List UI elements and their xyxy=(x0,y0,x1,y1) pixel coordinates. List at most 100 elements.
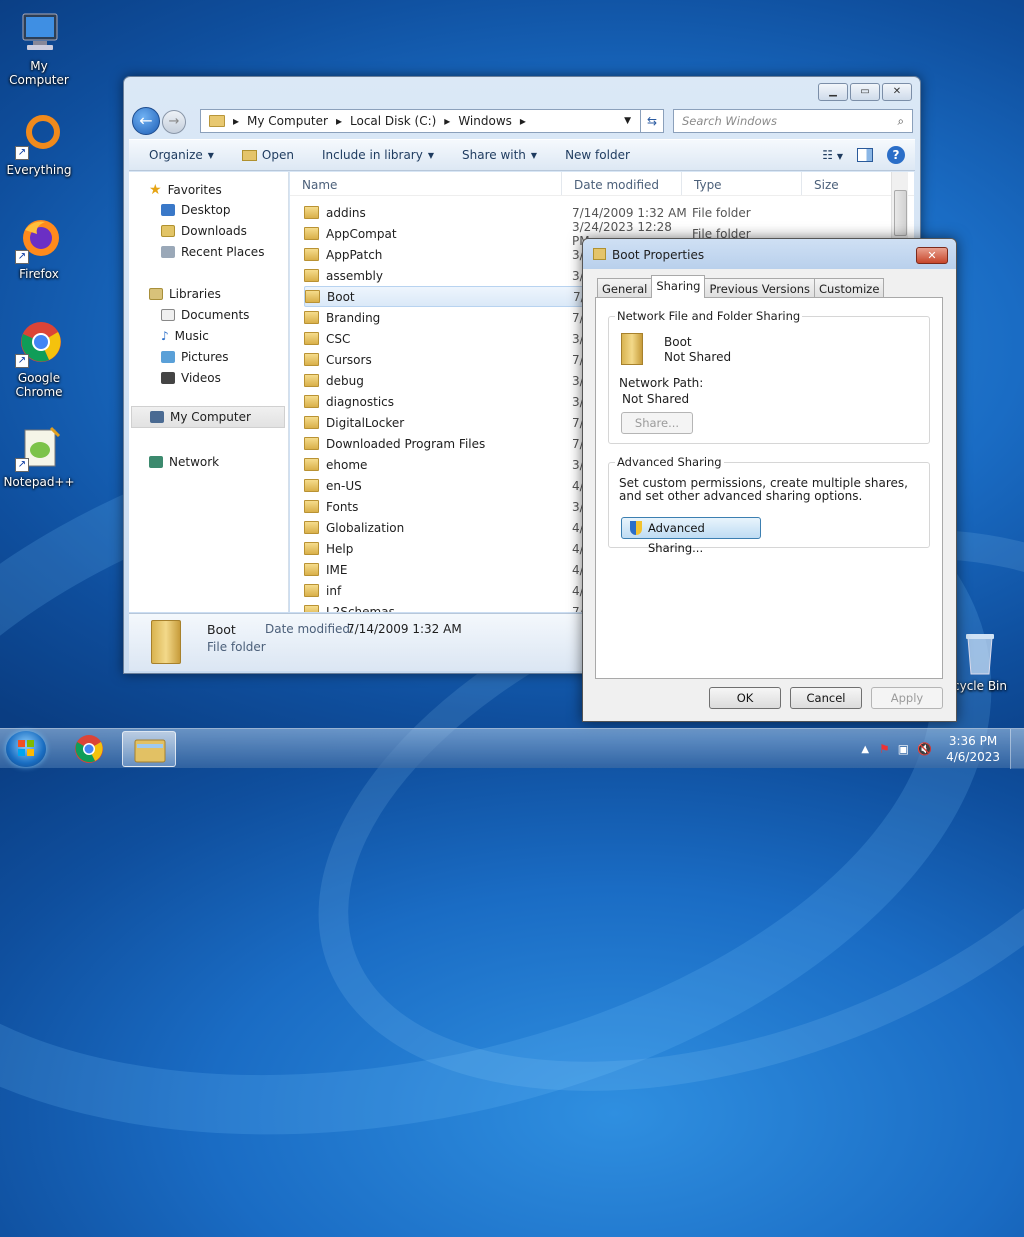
include-in-library-button[interactable]: Include in library ▼ xyxy=(322,148,434,162)
folder-icon xyxy=(304,563,319,576)
tab-general[interactable]: General xyxy=(597,278,653,298)
nav-recent-places[interactable]: Recent Places xyxy=(161,245,264,259)
close-button[interactable]: ✕ xyxy=(882,83,912,101)
tab-sharing[interactable]: Sharing xyxy=(651,275,706,298)
share-with-button[interactable]: Share with ▼ xyxy=(462,148,537,162)
minimize-button[interactable]: ▁ xyxy=(818,83,848,101)
group-label: Advanced Sharing xyxy=(615,455,724,469)
nav-desktop[interactable]: Desktop xyxy=(161,203,231,217)
nav-videos[interactable]: Videos xyxy=(161,371,221,385)
properties-dialog: Boot Properties ✕ General Sharing Previo… xyxy=(582,238,957,722)
folder-icon xyxy=(304,227,319,240)
show-desktop-button[interactable] xyxy=(1010,729,1024,769)
scrollbar-thumb[interactable] xyxy=(894,190,907,236)
desktop-icon-firefox[interactable]: ↗ Firefox xyxy=(0,216,78,281)
file-name: Branding xyxy=(326,310,381,325)
clock[interactable]: 3:36 PM 4/6/2023 xyxy=(946,733,1000,765)
file-name: addins xyxy=(326,205,366,220)
music-icon: ♪ xyxy=(161,329,169,343)
organize-button[interactable]: Organize ▼ xyxy=(149,148,214,162)
sharing-tab-panel: Network File and Folder Sharing Boot Not… xyxy=(595,297,943,679)
open-label: Open xyxy=(261,148,294,162)
folder-icon xyxy=(304,311,319,324)
system-tray: ▲ ⚑ ▣ 🔇 3:36 PM 4/6/2023 xyxy=(861,729,1024,769)
folder-icon xyxy=(305,290,320,303)
breadcrumb-item[interactable]: Windows xyxy=(458,114,512,128)
maximize-button[interactable]: ▭ xyxy=(850,83,880,101)
nav-my-computer[interactable]: My Computer xyxy=(131,406,285,428)
shortcut-arrow-icon: ↗ xyxy=(15,250,29,264)
navigation-bar: ← → ▸ My Computer ▸ Local Disk (C:) ▸ Wi… xyxy=(132,107,913,135)
ok-button[interactable]: OK xyxy=(709,687,781,709)
folder-icon xyxy=(304,521,319,534)
nav-downloads[interactable]: Downloads xyxy=(161,224,247,238)
column-type[interactable]: Type xyxy=(682,172,802,195)
search-input[interactable]: Search Windows ⌕ xyxy=(673,109,913,133)
column-name[interactable]: Name xyxy=(290,172,562,195)
advanced-sharing-label: Advanced Sharing... xyxy=(648,521,705,555)
window-controls: ▁ ▭ ✕ xyxy=(818,83,912,101)
action-center-icon[interactable]: ⚑ xyxy=(879,742,890,756)
nav-network[interactable]: Network xyxy=(149,455,219,469)
advanced-sharing-button[interactable]: Advanced Sharing... xyxy=(621,517,761,555)
show-hidden-icons-icon[interactable]: ▲ xyxy=(861,744,869,755)
dialog-close-button[interactable]: ✕ xyxy=(916,247,948,264)
open-button[interactable]: Open xyxy=(241,148,294,162)
dialog-tabs: General Sharing Previous Versions Custom… xyxy=(597,275,885,298)
file-name: en-US xyxy=(326,478,362,493)
breadcrumb-item[interactable]: Local Disk (C:) xyxy=(350,114,436,128)
refresh-button[interactable]: ⇆ xyxy=(640,109,664,133)
network-path-label: Network Path: xyxy=(619,376,704,390)
breadcrumb-item[interactable]: My Computer xyxy=(247,114,328,128)
tab-customize[interactable]: Customize xyxy=(814,278,885,298)
nav-label: Recent Places xyxy=(181,245,265,259)
videos-icon xyxy=(161,372,175,384)
desktop-icon-chrome[interactable]: ↗ Google Chrome xyxy=(0,320,78,399)
view-options-icon[interactable]: ☷ ▼ xyxy=(822,148,843,162)
column-size[interactable]: Size xyxy=(802,172,882,195)
nav-favorites[interactable]: ★ Favorites xyxy=(149,182,222,198)
desktop-icon-recycle-bin[interactable]: cycle Bin xyxy=(950,630,1010,693)
forward-button[interactable]: → xyxy=(162,110,186,134)
preview-pane-icon[interactable] xyxy=(857,148,873,162)
folder-icon xyxy=(304,248,319,261)
nav-documents[interactable]: Documents xyxy=(161,308,249,322)
nav-label: Pictures xyxy=(181,350,229,364)
volume-muted-icon[interactable]: 🔇 xyxy=(917,742,932,756)
nav-label: Network xyxy=(169,455,220,469)
nav-pictures[interactable]: Pictures xyxy=(161,350,229,364)
breadcrumb-sep-icon: ▸ xyxy=(335,114,342,128)
everything-icon: ↗ xyxy=(15,112,63,160)
share-button[interactable]: Share... xyxy=(621,412,693,434)
file-name: Globalization xyxy=(326,520,405,535)
desktop-icon-label: Firefox xyxy=(19,267,59,281)
nav-music[interactable]: ♪ Music xyxy=(161,329,209,343)
column-date-modified[interactable]: Date modified xyxy=(562,172,682,195)
help-icon[interactable]: ? xyxy=(887,146,905,164)
desktop-icon xyxy=(161,204,175,216)
network-icon xyxy=(149,456,163,468)
taskbar-chrome[interactable] xyxy=(62,731,116,767)
address-bar[interactable]: ▸ My Computer ▸ Local Disk (C:) ▸ Window… xyxy=(200,109,662,133)
folder-icon xyxy=(304,416,319,429)
address-dropdown-icon[interactable]: ▼ xyxy=(624,116,631,126)
file-name: Fonts xyxy=(326,499,359,514)
desktop-icon-notepadpp[interactable]: ↗ Notepad++ xyxy=(0,424,78,489)
cancel-button[interactable]: Cancel xyxy=(790,687,862,709)
notepadpp-icon: ↗ xyxy=(15,424,63,472)
desktop-icon-label: Notepad++ xyxy=(3,475,75,489)
network-status-icon[interactable]: ▣ xyxy=(898,742,909,756)
dialog-titlebar: Boot Properties ✕ xyxy=(583,239,956,269)
dialog-title: Boot Properties xyxy=(612,248,705,262)
taskbar-explorer[interactable] xyxy=(122,731,176,767)
shortcut-arrow-icon: ↗ xyxy=(15,458,29,472)
new-folder-button[interactable]: New folder xyxy=(565,148,630,162)
nav-libraries[interactable]: Libraries xyxy=(149,287,221,301)
desktop-icon-my-computer[interactable]: My Computer xyxy=(0,8,78,87)
start-button[interactable] xyxy=(6,731,46,767)
apply-button[interactable]: Apply xyxy=(871,687,943,709)
desktop-icon-everything[interactable]: ↗ Everything xyxy=(0,112,78,177)
tab-previous-versions[interactable]: Previous Versions xyxy=(704,278,816,298)
desktop-icon-label: cycle Bin xyxy=(953,679,1007,693)
back-button[interactable]: ← xyxy=(132,107,160,135)
